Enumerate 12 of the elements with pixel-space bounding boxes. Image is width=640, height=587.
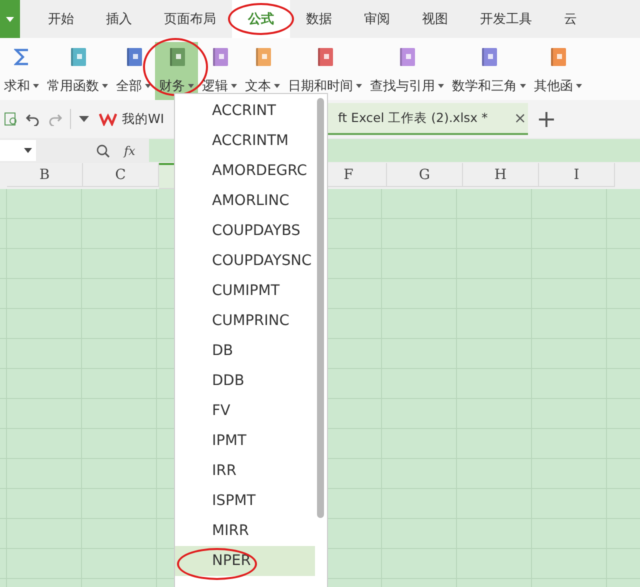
- button-label: 求和: [4, 78, 30, 94]
- tab-title: ft Excel 工作表 (2).xlsx *: [338, 110, 488, 126]
- button-label: 日期和时间: [288, 78, 353, 94]
- tab-title: 我的WI: [122, 110, 164, 128]
- button-label: 逻辑: [202, 78, 228, 94]
- button-label: 文本: [245, 78, 271, 94]
- button-label: 数学和三角: [452, 78, 517, 94]
- button-label: 财务: [159, 78, 185, 94]
- button-label: 全部: [116, 78, 142, 94]
- button-label: 常用函数: [47, 78, 99, 94]
- button-label: 查找与引用: [370, 78, 435, 94]
- button-label: 其他函: [534, 78, 573, 94]
